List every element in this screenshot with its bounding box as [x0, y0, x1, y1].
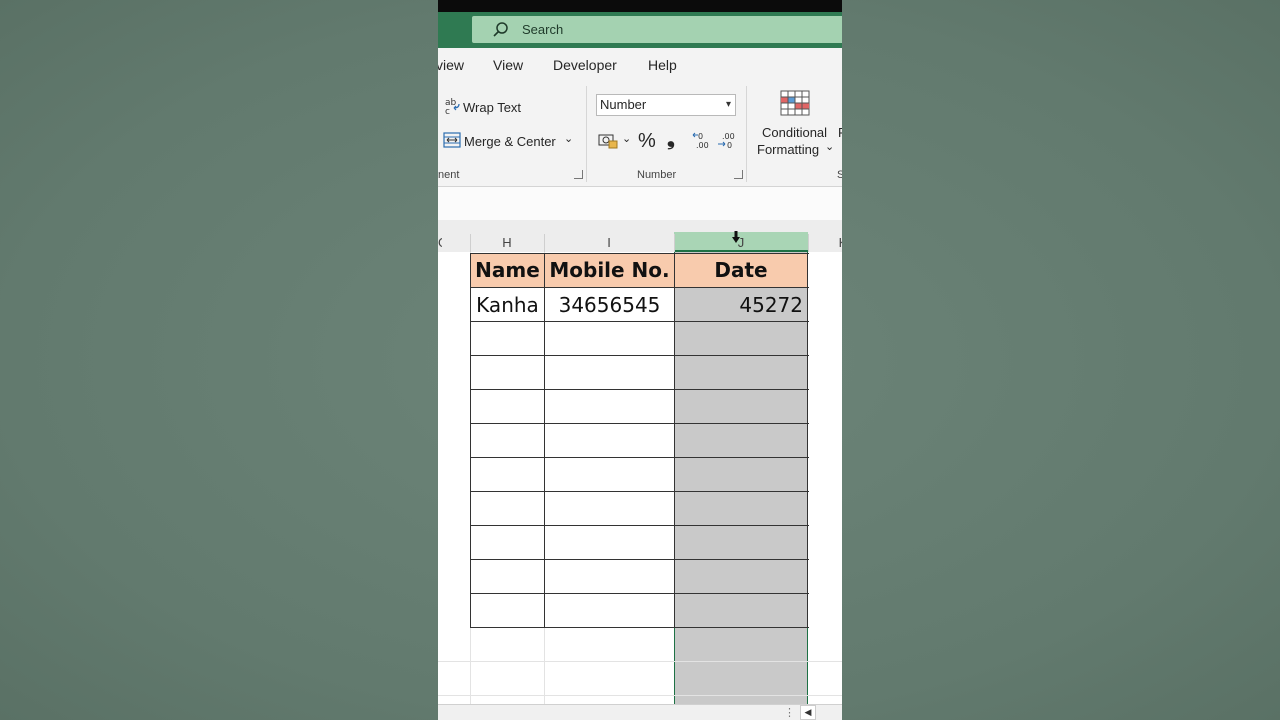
column-header-k[interactable]: K [838, 235, 842, 250]
top-bar [438, 0, 842, 12]
table-border [544, 253, 545, 628]
number-format-dropdown[interactable]: Number ▾ [596, 94, 736, 116]
header-cell-mobile[interactable]: Mobile No. [545, 254, 674, 287]
chevron-down-icon: ▾ [725, 99, 731, 110]
table-border [470, 355, 809, 356]
column-header-row: G H I J K [438, 220, 842, 252]
header-cell-name[interactable]: Name [471, 254, 544, 287]
cell-name[interactable]: Kanha [471, 289, 544, 322]
table-border [470, 287, 809, 288]
conditional-formatting-label[interactable]: Conditional [762, 125, 827, 140]
conditional-formatting-icon [780, 90, 810, 121]
menu-review[interactable]: view [438, 57, 464, 73]
table-border [470, 253, 471, 628]
menu-help[interactable]: Help [648, 57, 677, 73]
table-border [470, 389, 809, 390]
select-column-cursor-icon [732, 230, 740, 248]
table-border [470, 593, 809, 594]
chevron-down-icon[interactable]: ⌄ [564, 132, 573, 145]
format-as-table-cut-label[interactable]: F [838, 125, 842, 140]
number-format-value: Number [600, 97, 647, 112]
column-divider [808, 234, 809, 252]
column-header-g[interactable]: G [438, 235, 442, 250]
table-border [674, 253, 675, 628]
number-group-label: Number [637, 169, 677, 181]
styles-group-label: S [837, 169, 842, 181]
table-border [470, 627, 809, 628]
wrap-text-button[interactable]: Wrap Text [463, 100, 521, 115]
chevron-down-icon[interactable]: ⌄ [622, 132, 631, 145]
grid-line [438, 661, 842, 662]
table-border [470, 491, 809, 492]
ribbon-divider [746, 86, 747, 182]
percent-style-button[interactable]: % [638, 130, 656, 153]
search-placeholder: Search [522, 22, 564, 37]
sheet-tab-bar: ⋮ ◀ [438, 704, 842, 720]
table-border [470, 525, 809, 526]
scroll-left-icon[interactable]: ◀ [800, 705, 816, 720]
cell-mobile[interactable]: 34656545 [545, 289, 674, 322]
more-options-icon[interactable]: ⋮ [784, 706, 795, 719]
wrap-text-icon: ab c [445, 97, 461, 120]
menu-bar: view View Developer Help [438, 48, 842, 82]
conditional-formatting-label-2[interactable]: Formatting [757, 142, 819, 157]
excel-window: Search view View Developer Help ab c Wrap… [438, 0, 842, 720]
decrease-decimal-icon[interactable]: .00 0 [717, 131, 735, 154]
svg-text:0: 0 [727, 141, 732, 149]
column-header-j[interactable]: J [674, 235, 808, 250]
table-border [470, 457, 809, 458]
table-border [470, 423, 809, 424]
table-border [807, 253, 808, 628]
worksheet-grid[interactable]: Name Mobile No. Date Kanha 34656545 4527… [438, 252, 842, 704]
alignment-dialog-launcher-icon[interactable] [574, 170, 583, 179]
grid-line [438, 695, 842, 696]
formula-bar-area [438, 187, 842, 220]
table-border [470, 253, 809, 254]
svg-text:c: c [445, 107, 450, 115]
ribbon: ab c Wrap Text Merge & Center ⌄ nent Numb… [438, 82, 842, 187]
header-cell-date[interactable]: Date [675, 254, 807, 287]
table-border [470, 559, 809, 560]
column-header-h[interactable]: H [470, 235, 544, 250]
comma-style-button[interactable]: ❟ [667, 128, 675, 151]
ribbon-divider [586, 86, 587, 182]
cell-date[interactable]: 45272 [675, 289, 803, 322]
column-header-i[interactable]: I [544, 235, 674, 250]
svg-text:0: 0 [698, 132, 703, 141]
search-box[interactable]: Search [472, 16, 842, 43]
svg-text:.00: .00 [696, 141, 709, 149]
chevron-down-icon[interactable]: ⌄ [825, 140, 834, 153]
menu-view[interactable]: View [493, 57, 523, 73]
merge-center-button[interactable]: Merge & Center [464, 134, 556, 149]
svg-text:.00: .00 [722, 132, 735, 141]
alignment-group-label: nent [438, 169, 460, 181]
search-icon [492, 21, 510, 39]
table-border [470, 321, 809, 322]
number-dialog-launcher-icon[interactable] [734, 170, 743, 179]
accounting-format-icon[interactable] [598, 133, 618, 154]
menu-developer[interactable]: Developer [553, 57, 617, 73]
merge-center-icon [443, 132, 461, 153]
increase-decimal-icon[interactable]: 0.00 [692, 131, 710, 154]
